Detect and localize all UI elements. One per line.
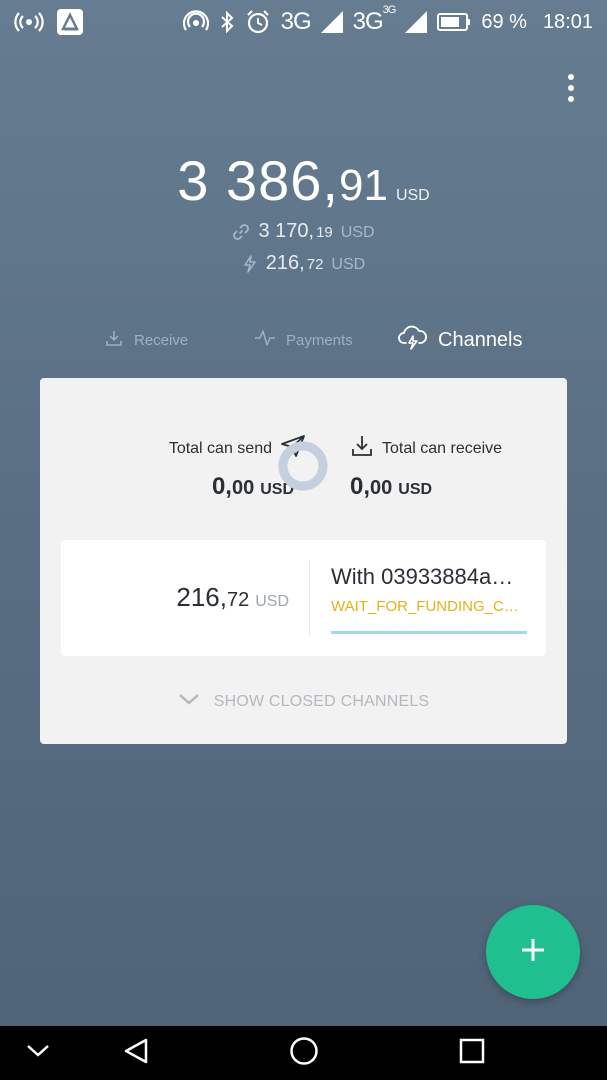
channel-status: WAIT_FOR_FUNDING_C… (331, 598, 519, 615)
total-receive-label: Total can receive (382, 439, 503, 457)
hotspot-icon (14, 11, 44, 33)
nav-back-button[interactable] (112, 1026, 160, 1080)
channel-progress-bar (331, 631, 527, 634)
plus-icon (520, 937, 546, 967)
app-notification-icon (56, 8, 84, 36)
chevron-down-icon (178, 692, 200, 711)
nav-home-button[interactable] (280, 1026, 328, 1080)
channel-amount: 216,72 USD (176, 582, 289, 612)
nav-hide-button[interactable] (16, 1026, 60, 1080)
more-options-button[interactable] (559, 72, 583, 104)
chevron-down-icon (25, 1043, 51, 1063)
alarm-icon (245, 9, 271, 35)
total-send-decimal: 00 (231, 477, 255, 499)
total-balance: 3 386,91 USD (0, 148, 607, 213)
cloud-lightning-icon (398, 323, 428, 357)
channel-list-item[interactable]: 216,72 USD With 03933884a… WAIT_FOR_FUNDI… (61, 540, 546, 656)
lightning-icon (242, 254, 258, 273)
download-icon (104, 328, 124, 352)
show-closed-label: SHOW CLOSED CHANNELS (213, 692, 430, 710)
tab-payments-label: Payments (286, 331, 353, 349)
nav-recents-button[interactable] (448, 1026, 496, 1080)
bluetooth-icon (219, 10, 235, 34)
total-send-label: Total can send (168, 439, 272, 457)
back-triangle-icon (122, 1037, 150, 1069)
total-receive-decimal: 00 (370, 477, 393, 499)
network-type-2: 3G3G (352, 4, 397, 35)
onchain-balance: 3 170, 19 USD (0, 220, 607, 243)
home-circle-icon (289, 1036, 319, 1070)
balance-decimal: 91 (338, 161, 388, 210)
tab-channels-label: Channels (438, 328, 523, 351)
total-receive-integer: 0, (350, 473, 371, 500)
tab-bar: Receive Payments Channels (0, 320, 607, 360)
channels-card: Total can send 0,00 USD Total can receive (40, 378, 567, 744)
link-icon (232, 223, 250, 241)
battery-icon (437, 13, 471, 31)
tab-receive[interactable]: Receive (104, 328, 188, 352)
signal-icon (320, 11, 343, 33)
clock: 18:01 (542, 10, 593, 33)
balance-integer: 3 386, (177, 149, 339, 212)
tab-payments[interactable]: Payments (254, 329, 353, 351)
total-can-receive: Total can receive 0,00 USD (350, 434, 550, 501)
dot-icon (568, 96, 574, 102)
recents-square-icon (458, 1037, 486, 1069)
signal-icon (405, 11, 428, 33)
add-channel-button[interactable] (486, 905, 580, 999)
total-can-send: Total can send 0,00 USD (90, 434, 306, 501)
balance-currency: USD (395, 187, 430, 204)
network-type-1: 3G (280, 8, 312, 35)
total-receive-currency: USD (398, 481, 433, 498)
nfc-icon (182, 10, 209, 34)
dot-icon (568, 85, 574, 91)
tab-receive-label: Receive (134, 331, 189, 349)
download-icon (350, 434, 374, 463)
channel-peer: With 03933884a… (331, 564, 514, 589)
dot-icon (568, 74, 574, 80)
tab-channels[interactable]: Channels (398, 323, 523, 357)
lightning-balance: 216, 72 USD (0, 252, 607, 275)
total-send-integer: 0, (211, 473, 232, 500)
balance-donut-chart (278, 441, 328, 491)
divider (309, 560, 310, 636)
activity-icon (254, 329, 276, 351)
navigation-bar (0, 1026, 607, 1080)
battery-percent: 69 % (481, 10, 527, 33)
show-closed-channels-button[interactable]: SHOW CLOSED CHANNELS (40, 692, 567, 711)
status-bar: 3G 3G3G 69 % 18:01 (0, 0, 607, 44)
